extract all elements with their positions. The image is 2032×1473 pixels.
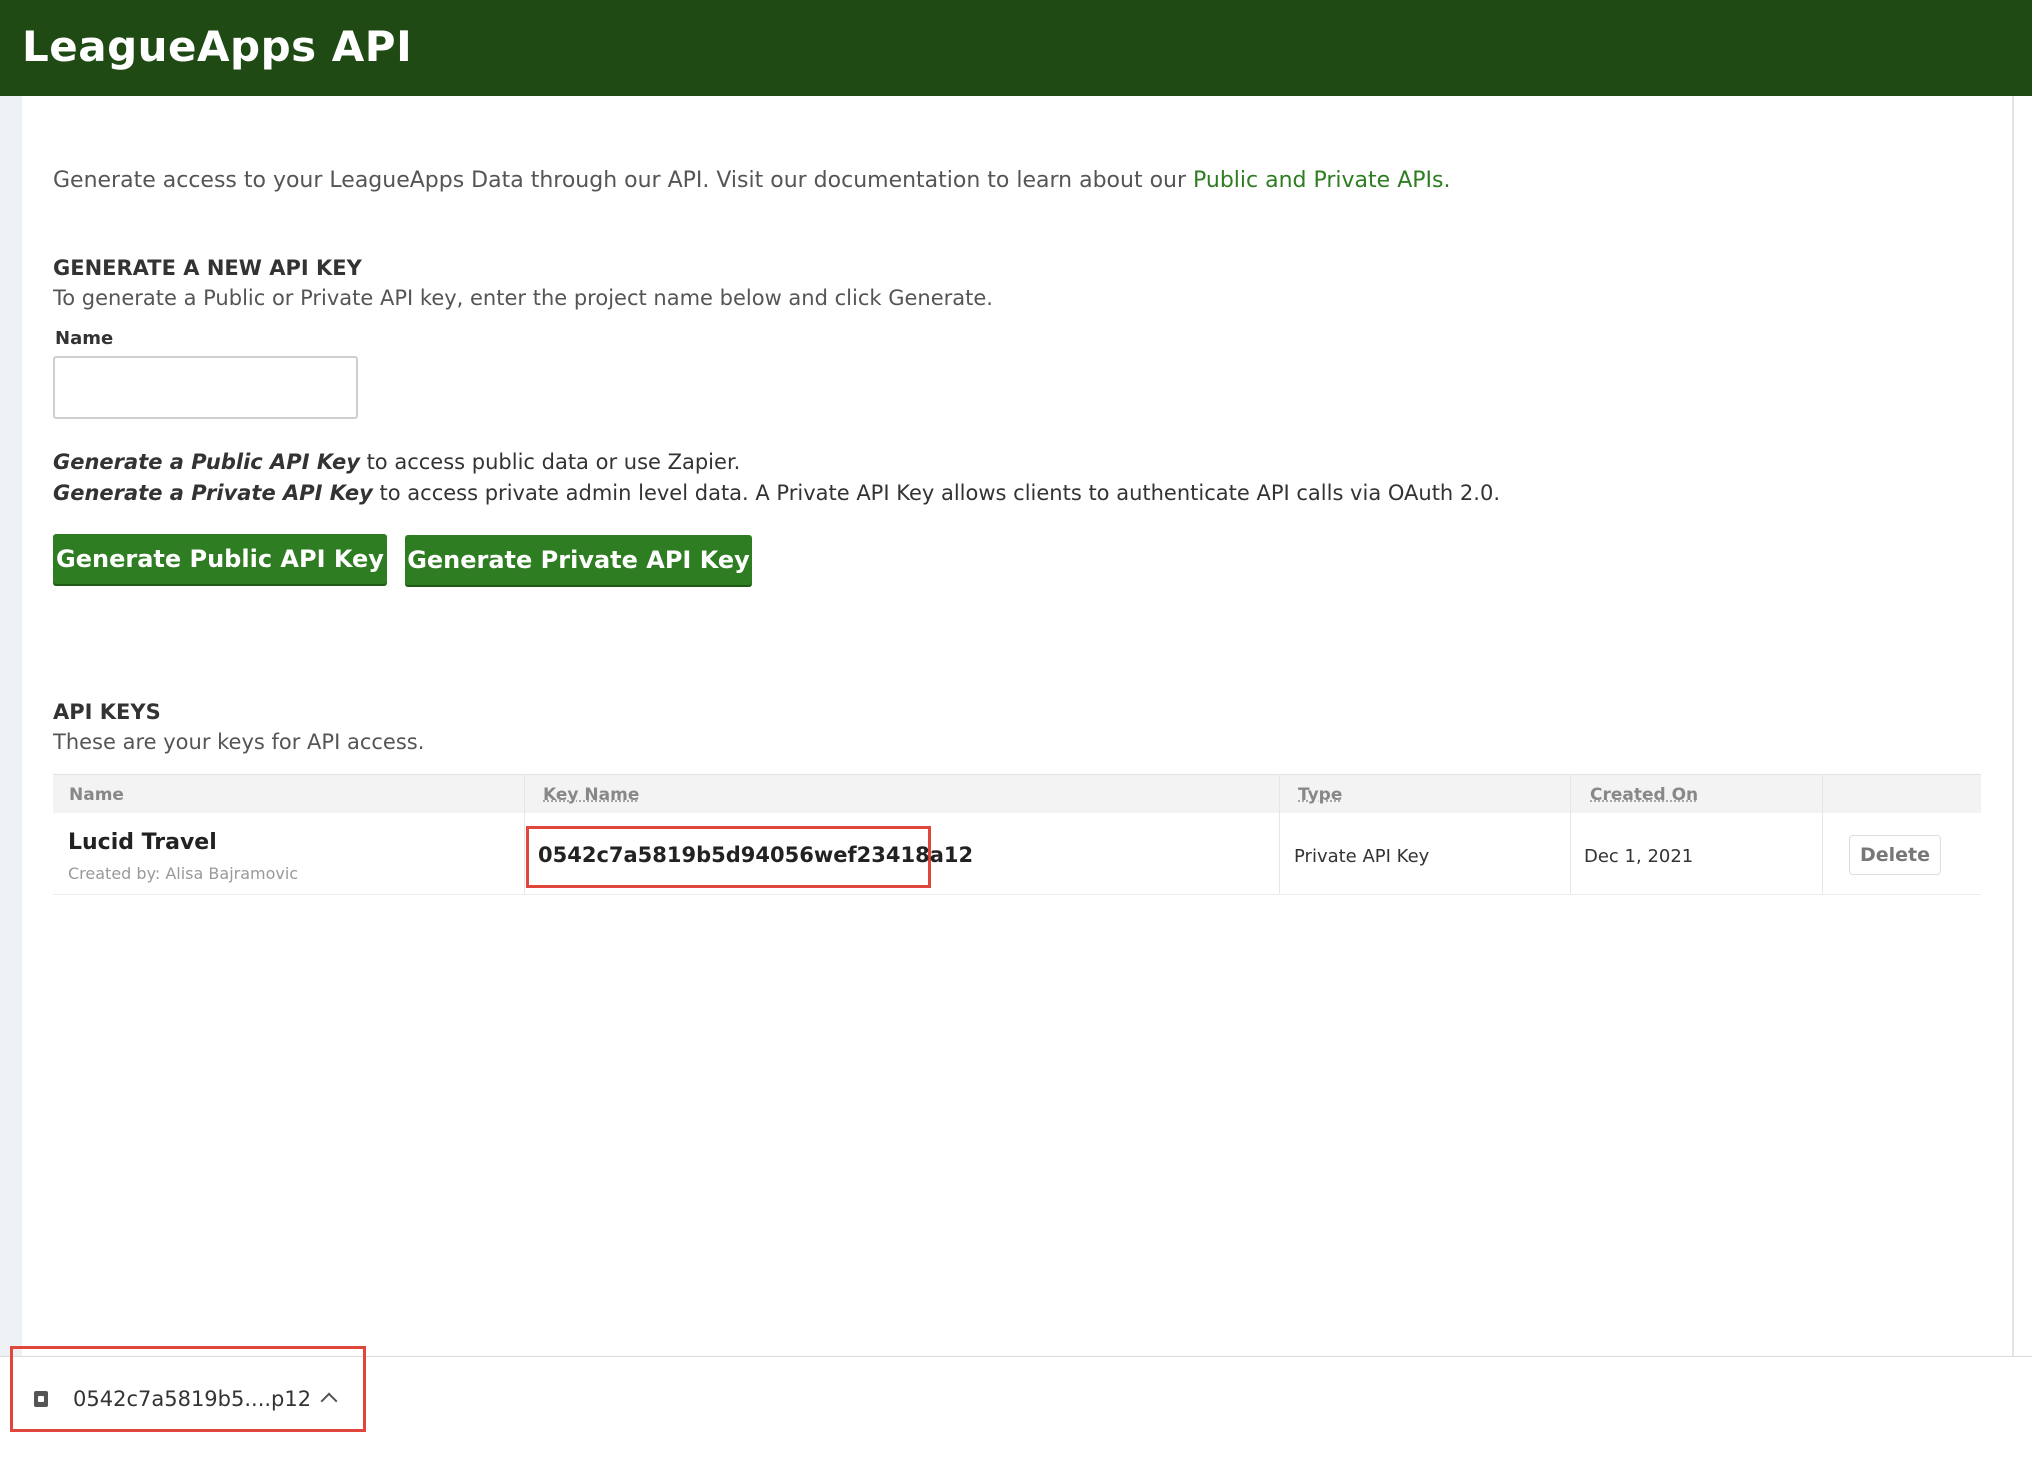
- table-row-divider: [53, 894, 1981, 895]
- app-title: LeagueApps API: [22, 22, 413, 71]
- left-gutter: [0, 96, 22, 1358]
- api-docs-link[interactable]: Public and Private APIs.: [1193, 168, 1450, 193]
- key-project-name: Lucid Travel: [68, 830, 217, 855]
- generate-section-title: GENERATE A NEW API KEY: [53, 256, 362, 280]
- column-header-created-on[interactable]: Created On: [1590, 785, 1698, 805]
- file-icon: [34, 1391, 48, 1407]
- column-divider: [1570, 774, 1571, 894]
- public-key-description-rest: to access public data or use Zapier.: [359, 450, 741, 474]
- public-key-description: Generate a Public API Key to access publ…: [53, 450, 740, 474]
- private-key-description-emphasis: Generate a Private API Key: [53, 481, 373, 505]
- right-divider: [2012, 96, 2014, 1358]
- column-header-key-name[interactable]: Key Name: [543, 785, 639, 805]
- api-keys-table-header: Name Key Name Type Created On: [53, 774, 1981, 813]
- key-created-by: Created by: Alisa Bajramovic: [68, 864, 299, 883]
- private-key-description-rest: to access private admin level data. A Pr…: [372, 481, 1500, 505]
- app-header: LeagueApps API: [0, 0, 2032, 96]
- generate-private-key-button[interactable]: Generate Private API Key: [405, 535, 752, 585]
- key-created-on: Dec 1, 2021: [1584, 846, 1694, 867]
- generate-section-description: To generate a Public or Private API key,…: [53, 286, 993, 310]
- column-divider: [1279, 774, 1280, 894]
- public-key-description-emphasis: Generate a Public API Key: [53, 450, 360, 474]
- key-type: Private API Key: [1294, 846, 1430, 867]
- api-keys-section-description: These are your keys for API access.: [53, 730, 425, 754]
- intro-text: Generate access to your LeagueApps Data …: [53, 168, 1450, 193]
- delete-key-button[interactable]: Delete: [1849, 835, 1941, 875]
- column-divider: [1822, 774, 1823, 894]
- api-key-value[interactable]: 0542c7a5819b5d94056wef23418a12: [538, 843, 973, 867]
- generate-public-key-button[interactable]: Generate Public API Key: [53, 534, 387, 584]
- intro-body: Generate access to your LeagueApps Data …: [53, 168, 1194, 193]
- column-divider: [524, 774, 525, 894]
- name-field-label: Name: [55, 328, 114, 349]
- api-keys-section-title: API KEYS: [53, 700, 161, 724]
- downloaded-file-name[interactable]: 0542c7a5819b5....p12: [73, 1387, 311, 1411]
- column-header-type[interactable]: Type: [1298, 785, 1342, 805]
- column-header-name: Name: [69, 785, 124, 805]
- project-name-input[interactable]: [53, 356, 358, 419]
- private-key-description: Generate a Private API Key to access pri…: [53, 481, 1500, 505]
